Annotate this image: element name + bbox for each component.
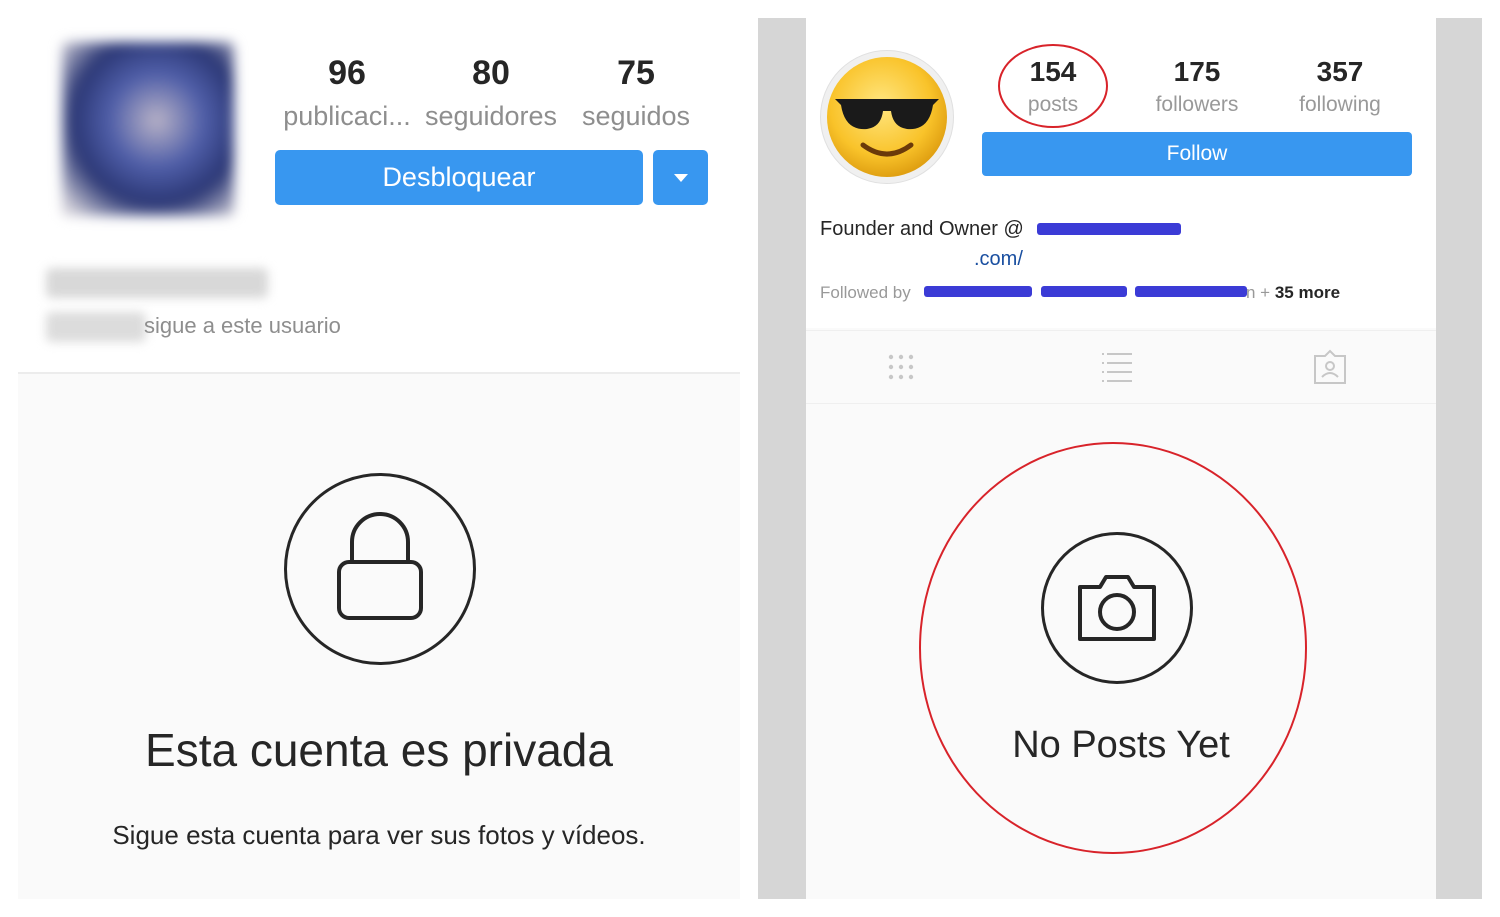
redacted-follower bbox=[924, 286, 1032, 297]
stat-label: followers bbox=[1155, 93, 1239, 116]
stat-value: 96 bbox=[328, 54, 366, 92]
tagged-icon[interactable] bbox=[1312, 349, 1348, 385]
chevron-down-icon bbox=[673, 173, 688, 182]
grid-icon[interactable] bbox=[883, 349, 919, 385]
stat-label: publicaci... bbox=[283, 101, 411, 131]
empty-profile-panel: 154 posts 175 followers 357 following Fo… bbox=[758, 18, 1482, 899]
more-plus: n + bbox=[1246, 283, 1271, 302]
stat-label: seguidos bbox=[581, 101, 691, 131]
stat-value: 357 bbox=[1316, 56, 1364, 87]
bio-link[interactable]: .com/ bbox=[974, 246, 1023, 272]
sunglasses-emoji bbox=[820, 50, 954, 184]
redacted-follower bbox=[1041, 286, 1127, 297]
private-account-subtitle: Sigue esta cuenta para ver sus fotos y v… bbox=[112, 820, 646, 850]
unblock-button[interactable]: Desbloquear bbox=[275, 150, 643, 205]
stat-followers[interactable]: 175 followers bbox=[1137, 56, 1257, 118]
mutual-follow-text: sigue a este usuario bbox=[144, 313, 341, 338]
blurred-mutual-follower bbox=[46, 312, 146, 342]
no-posts-text: No Posts Yet bbox=[1012, 724, 1230, 766]
follow-button[interactable]: Follow bbox=[982, 132, 1412, 176]
followed-by-more[interactable]: n + 35 more bbox=[1246, 282, 1340, 304]
profile-header: 96 publicaci... 80 seguidores 75 seguido… bbox=[18, 0, 740, 372]
lock-icon bbox=[284, 473, 476, 665]
private-profile-panel: 96 publicaci... 80 seguidores 75 seguido… bbox=[18, 0, 740, 917]
stat-posts[interactable]: 96 publicaci... bbox=[272, 54, 422, 132]
phone-screen: 154 posts 175 followers 357 following Fo… bbox=[806, 18, 1436, 899]
stat-value: 75 bbox=[617, 54, 655, 92]
blurred-username bbox=[46, 268, 268, 298]
redacted-follower bbox=[1135, 286, 1247, 297]
camera-icon bbox=[1041, 532, 1193, 684]
more-count: 35 more bbox=[1274, 283, 1341, 302]
bio-line: Founder and Owner @ bbox=[820, 218, 1024, 240]
followed-by-prefix: Followed by bbox=[820, 283, 911, 302]
stat-label: following bbox=[1299, 93, 1381, 116]
stat-label: seguidores bbox=[424, 101, 558, 131]
stat-following[interactable]: 357 following bbox=[1280, 56, 1400, 118]
list-icon[interactable] bbox=[1098, 349, 1134, 385]
profile-tabs bbox=[806, 330, 1436, 404]
profile-header: 154 posts 175 followers 357 following Fo… bbox=[806, 18, 1436, 328]
stat-value: 80 bbox=[472, 54, 510, 92]
stat-following[interactable]: 75 seguidos bbox=[561, 54, 711, 132]
stat-followers[interactable]: 80 seguidores bbox=[416, 54, 566, 132]
posts-highlight-circle bbox=[998, 44, 1108, 128]
redacted-handle bbox=[1037, 223, 1181, 235]
private-account-title: Esta cuenta es privada bbox=[145, 724, 613, 776]
stat-value: 175 bbox=[1173, 56, 1221, 87]
avatar bbox=[62, 42, 234, 216]
options-dropdown-button[interactable] bbox=[653, 150, 708, 205]
